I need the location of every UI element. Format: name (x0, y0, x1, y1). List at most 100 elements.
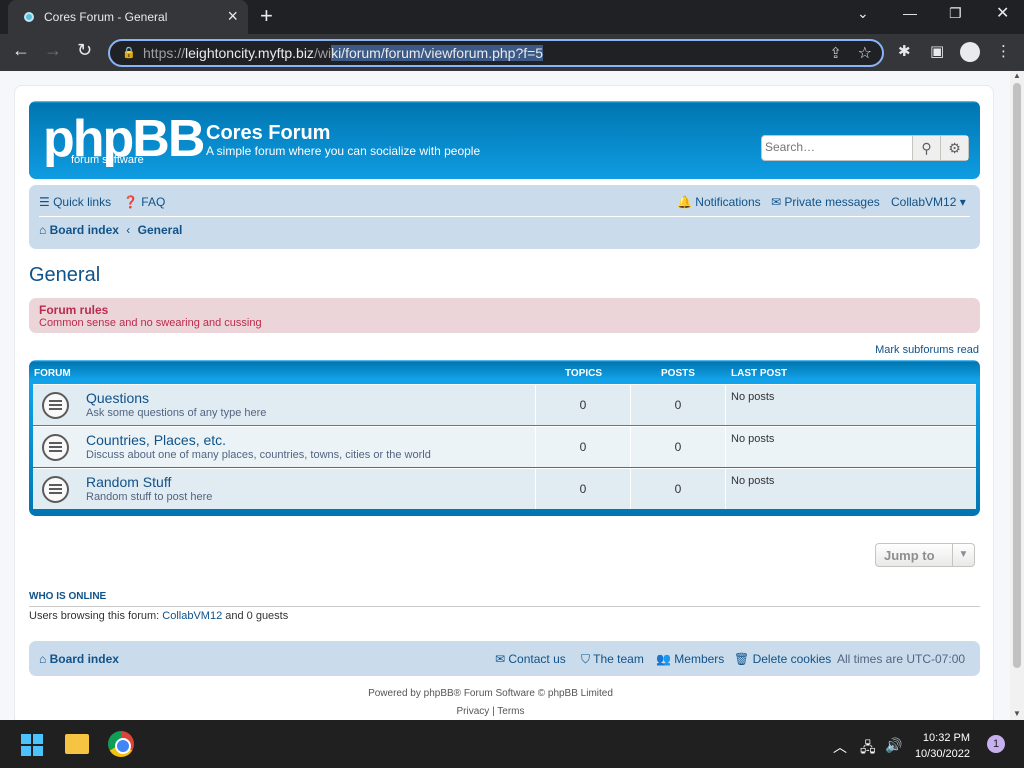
file-explorer-icon[interactable] (65, 734, 89, 754)
notifications-link[interactable]: 🔔 Notifications (677, 195, 761, 209)
breadcrumb-general[interactable]: General (138, 223, 183, 237)
site-name: Cores Forum (206, 122, 331, 144)
forum-row: Questions Ask some questions of any type… (33, 384, 976, 425)
quick-links-label: Quick links (53, 195, 112, 209)
mark-subforums-read-link[interactable]: Mark subforums read (875, 344, 979, 356)
members-label: Members (674, 652, 725, 666)
volume-icon[interactable]: 🔊 (885, 737, 902, 754)
bookmark-star-icon[interactable]: ☆ (858, 43, 872, 63)
forum-row: Countries, Places, etc. Discuss about on… (33, 426, 976, 467)
forum-last-post: No posts (731, 391, 775, 403)
scroll-down-icon[interactable]: ▼ (1013, 709, 1021, 718)
forum-rules-box: Forum rules Common sense and no swearing… (29, 298, 980, 333)
delete-cookies-label: Delete cookies (752, 652, 832, 666)
forum-header: phpBB forum software Cores Forum A simpl… (29, 101, 980, 179)
footer-link-separator: | (492, 706, 495, 717)
tab-title: Cores Forum - General (44, 10, 168, 24)
forum-read-icon (42, 392, 69, 419)
forward-button[interactable]: → (44, 40, 62, 61)
notifications-label: Notifications (695, 195, 761, 209)
start-button-windows-icon[interactable] (21, 734, 43, 756)
advanced-search-gear-icon[interactable]: ⚙ (940, 136, 968, 160)
forum-last-post: No posts (731, 433, 775, 445)
header-forum: FORUM (34, 368, 71, 379)
url-text[interactable]: https://leightoncity.myftp.biz/wiki/foru… (143, 45, 544, 61)
back-button[interactable]: ← (12, 40, 30, 61)
footer-navbar: ⌂ Board index ✉ Contact us ⛉ The team 👥 … (29, 641, 980, 676)
profile-avatar[interactable] (960, 42, 980, 62)
tab-search-icon[interactable]: ⌄ (857, 5, 869, 22)
page-viewport: phpBB forum software Cores Forum A simpl… (0, 71, 1024, 720)
network-icon[interactable]: 🖧 (860, 737, 876, 761)
forum-rules-title: Forum rules (39, 303, 109, 317)
delete-cookies-link[interactable]: 🗑 Delete cookies (734, 652, 831, 666)
private-messages-link[interactable]: ✉ Private messages (771, 195, 880, 209)
new-tab-button[interactable]: + (260, 3, 273, 29)
menu-kebab-icon[interactable]: ⋮ (996, 42, 1011, 60)
tab-close-icon[interactable]: × (227, 6, 238, 27)
breadcrumb: ⌂ Board index ‹ General (39, 223, 182, 237)
privacy-link[interactable]: Privacy (456, 706, 489, 717)
terms-link[interactable]: Terms (497, 706, 524, 717)
footer-links: Privacy | Terms (15, 706, 966, 717)
search-icon[interactable]: ⚲ (912, 136, 940, 160)
jump-to-dropdown[interactable]: Jump to ▼ (875, 543, 975, 567)
scrollbar-thumb[interactable] (1013, 83, 1021, 668)
forum-title-link[interactable]: Questions (86, 390, 149, 406)
footer-board-index[interactable]: ⌂ Board index (39, 652, 119, 666)
navbar-divider (39, 216, 970, 217)
phpbb-logo-sub: forum software (71, 154, 144, 166)
page-title[interactable]: General (29, 264, 100, 287)
the-team-link[interactable]: ⛉ The team (581, 652, 644, 667)
copyright-text: Powered by phpBB® Forum Software © phpBB… (368, 688, 613, 699)
minimize-button[interactable]: — (903, 5, 917, 21)
forum-title-link[interactable]: Random Stuff (86, 474, 171, 490)
forum-posts-count: 0 (630, 427, 725, 467)
breadcrumb-board-index[interactable]: Board index (50, 223, 119, 237)
quick-links[interactable]: ☰ Quick links (39, 195, 111, 209)
address-bar[interactable]: 🔒 https://leightoncity.myftp.biz/wiki/fo… (108, 39, 884, 67)
forum-row: Random Stuff Random stuff to post here 0… (33, 468, 976, 509)
url-path: /wi (313, 45, 332, 61)
tray-chevron-up-icon[interactable]: ︿ (833, 737, 847, 757)
private-messages-label: Private messages (784, 195, 880, 209)
close-window-button[interactable]: ✕ (996, 3, 1009, 23)
reload-button[interactable]: ↻ (77, 40, 92, 61)
forum-read-icon (42, 476, 69, 503)
forum-title-link[interactable]: Countries, Places, etc. (86, 432, 226, 448)
notification-badge[interactable]: 1 (987, 735, 1005, 753)
forum-posts-count: 0 (630, 469, 725, 509)
taskbar-clock[interactable]: 10:32 PM 10/30/2022 (910, 730, 970, 762)
chrome-icon[interactable] (108, 731, 134, 757)
url-domain: leightoncity.myftp.biz (185, 45, 314, 61)
clock-date: 10/30/2022 (914, 748, 970, 760)
search-input[interactable] (765, 140, 909, 154)
browser-tabbar: Cores Forum - General × + ⌄ — ❐ ✕ (0, 0, 1024, 34)
contact-us-label: Contact us (508, 652, 566, 666)
online-user-link[interactable]: CollabVM12 (162, 610, 222, 622)
navbar: ☰ Quick links ❓ FAQ 🔔 Notifications ✉ Pr… (29, 185, 980, 249)
page-scrollbar[interactable]: ▲ ▼ (1010, 71, 1024, 720)
user-menu[interactable]: CollabVM12 ▾ (891, 195, 966, 209)
forum-rules-text: Common sense and no swearing and cussing (39, 317, 262, 329)
forum-description: Ask some questions of any type here (86, 407, 267, 419)
footer-board-index-label: Board index (49, 652, 119, 666)
home-icon: ⌂ (39, 223, 47, 237)
user-name: CollabVM12 (891, 195, 957, 209)
scroll-up-icon[interactable]: ▲ (1013, 71, 1021, 80)
who-is-online-text: Users browsing this forum: CollabVM12 an… (29, 610, 288, 622)
browser-tab[interactable]: Cores Forum - General × (8, 0, 248, 34)
restore-button[interactable]: ❐ (949, 5, 962, 22)
lock-icon: 🔒 (122, 47, 136, 59)
timezone-text: All times are UTC-07:00 (837, 652, 966, 666)
side-panel-icon[interactable]: ▣ (930, 42, 944, 60)
header-posts: POSTS (661, 368, 695, 379)
breadcrumb-separator: ‹ (126, 223, 131, 237)
share-icon[interactable]: ⇪ (829, 44, 842, 62)
members-link[interactable]: 👥 Members (656, 652, 724, 666)
forum-list: FORUM TOPICS POSTS LAST POST Questions A… (29, 360, 980, 516)
faq-link[interactable]: ❓ FAQ (123, 195, 165, 209)
extensions-icon[interactable]: ✱ (898, 42, 911, 60)
faq-label: FAQ (141, 195, 166, 209)
contact-us-link[interactable]: ✉ Contact us (495, 652, 566, 666)
